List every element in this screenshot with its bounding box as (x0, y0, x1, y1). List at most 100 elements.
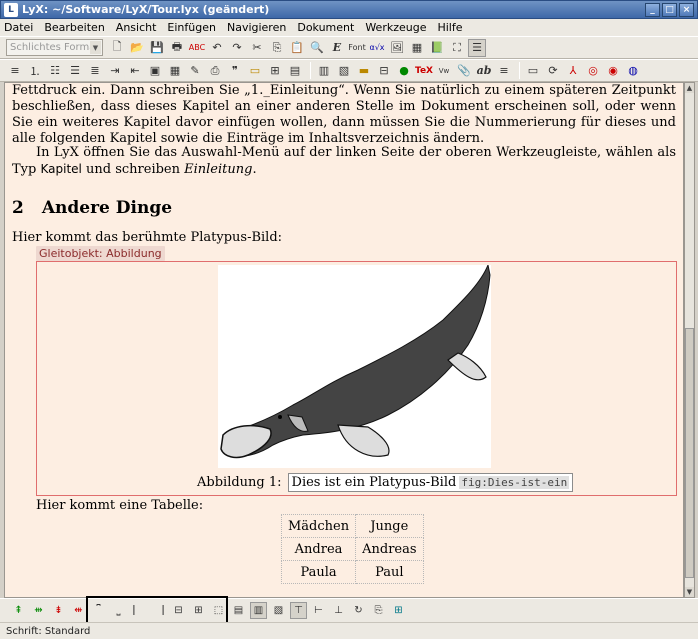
vertical-scrollbar[interactable]: ▲ ▼ (684, 82, 695, 598)
spellcheck-icon[interactable]: ABC (188, 39, 206, 57)
insert-column-icon[interactable]: ⇻ (30, 602, 47, 619)
paste-icon[interactable]: 📋 (288, 39, 306, 57)
list-icon[interactable]: ≡ (495, 62, 513, 80)
caption-prefix: Abbildung 1: (197, 475, 282, 490)
view-dvi-icon[interactable]: ⊟ (375, 62, 393, 80)
table-cell[interactable]: Andrea (280, 537, 357, 561)
align-right-icon[interactable]: ▧ (270, 602, 287, 619)
paragraph-icon[interactable]: ▬ (355, 62, 373, 80)
caption-inset[interactable]: Dies ist ein Platypus-Bild fig:Dies-ist-… (287, 473, 574, 492)
menu-werkzeuge[interactable]: Werkzeuge (365, 21, 426, 34)
font-icon[interactable]: Font (348, 39, 366, 57)
insert-note-icon[interactable]: ✎ (186, 62, 204, 80)
cut-icon[interactable]: ✂ (248, 39, 266, 57)
redo-icon[interactable]: ↷ (228, 39, 246, 57)
menu-navigieren[interactable]: Navigieren (227, 21, 286, 34)
fullscreen-icon[interactable]: ⛶ (448, 39, 466, 57)
emph-einleitung: Einleitung (184, 162, 253, 177)
book-icon[interactable]: 📗 (428, 39, 446, 57)
undo-icon[interactable]: ↶ (208, 39, 226, 57)
scroll-down-icon[interactable]: ▼ (685, 587, 694, 597)
update-output-icon[interactable]: ◍ (624, 62, 642, 80)
table-cell[interactable]: Paula (280, 560, 357, 584)
table-settings-icon[interactable]: ⊞ (390, 602, 407, 619)
table-icon[interactable]: ▦ (408, 39, 426, 57)
scroll-up-icon[interactable]: ▲ (685, 83, 694, 93)
close-button[interactable]: × (679, 2, 694, 17)
copy-icon[interactable]: ⎘ (268, 39, 286, 57)
paragraph-4[interactable]: Hier kommt eine Tabelle: (36, 498, 683, 514)
insert-link-icon[interactable]: ⎙ (206, 62, 224, 80)
bullet-list-icon[interactable]: ≡ (6, 62, 24, 80)
valign-top-icon[interactable]: ⊤ (290, 602, 307, 619)
update-icon[interactable]: ⟳ (544, 62, 562, 80)
float-label-button[interactable]: Gleitobjekt: Abbildung (36, 246, 165, 261)
indent-icon[interactable]: ⇥ (106, 62, 124, 80)
outdent-icon[interactable]: ⇤ (126, 62, 144, 80)
ps-icon[interactable]: ◎ (584, 62, 602, 80)
emphasis-icon[interactable]: E (328, 39, 346, 57)
pdf-icon[interactable]: ⅄ (564, 62, 582, 80)
insert-row-icon[interactable]: ⇞ (10, 602, 27, 619)
paragraph-3[interactable]: Hier kommt das berühmte Platypus-Bild: (12, 230, 676, 246)
menu-ansicht[interactable]: Ansicht (116, 21, 157, 34)
xhtml-icon[interactable]: ◉ (604, 62, 622, 80)
save-icon[interactable]: 💾 (148, 39, 166, 57)
insert-ert-icon[interactable]: ● (395, 62, 413, 80)
menu-hilfe[interactable]: Hilfe (437, 21, 462, 34)
view-icon[interactable]: Vw (435, 62, 453, 80)
align-center-icon[interactable]: ≣ (86, 62, 104, 80)
delete-row-icon[interactable]: ⇟ (50, 602, 67, 619)
platypus-image[interactable] (218, 265, 491, 468)
insert-margin-icon[interactable]: ▥ (315, 62, 333, 80)
scrollbar-thumb[interactable] (685, 328, 694, 578)
paragraph-2[interactable]: In LyX öffnen Sie das Auswahl-Menü auf d… (12, 145, 676, 178)
view-pdf-icon[interactable]: ▭ (524, 62, 542, 80)
new-file-icon[interactable]: 🗋 (108, 39, 126, 57)
valign-bottom-icon[interactable]: ⊥ (330, 602, 347, 619)
align-left-icon[interactable]: ☰ (66, 62, 84, 80)
maximize-button[interactable]: □ (662, 2, 677, 17)
menu-bearbeiten[interactable]: Bearbeiten (44, 21, 104, 34)
insert-index-icon[interactable]: ▧ (335, 62, 353, 80)
insert-label-icon[interactable]: ⊞ (266, 62, 284, 80)
open-file-icon[interactable]: 📂 (128, 39, 146, 57)
data-table[interactable]: Mädchen Junge Andrea Andreas Paula Paul (280, 514, 424, 584)
table-cell[interactable]: Junge (355, 514, 424, 538)
caption-label-button[interactable]: fig:Dies-ist-ein (459, 476, 570, 489)
paragraph-1[interactable]: Fettdruck ein. Dann schreiben Sie „1._Ei… (12, 83, 676, 147)
numbered-list-icon[interactable]: ⒈ (26, 62, 44, 80)
attach-icon[interactable]: 📎 (455, 62, 473, 80)
insert-footnote-icon[interactable]: ▤ (286, 62, 304, 80)
table-cell[interactable]: Mädchen (280, 514, 357, 538)
align-center-icon[interactable]: ▥ (250, 602, 267, 619)
minimize-button[interactable]: _ (645, 2, 660, 17)
math-icon[interactable]: α√x (368, 39, 386, 57)
print-icon[interactable]: 🖶 (168, 39, 186, 57)
ab-icon[interactable]: ab (475, 62, 493, 80)
insert-figure-icon[interactable]: ▣ (146, 62, 164, 80)
delete-column-icon[interactable]: ⇺ (70, 602, 87, 619)
longtable-icon[interactable]: ⎘ (370, 602, 387, 619)
main-toolbar: Schlichtes Format ▼ 🗋 📂 💾 🖶 ABC ↶ ↷ ✂ ⎘ … (0, 36, 698, 59)
menu-dokument[interactable]: Dokument (297, 21, 354, 34)
valign-middle-icon[interactable]: ⊢ (310, 602, 327, 619)
menu-einfuegen[interactable]: Einfügen (167, 21, 216, 34)
find-replace-icon[interactable]: 🔍 (308, 39, 326, 57)
paragraph-style-select[interactable]: Schlichtes Format ▼ (6, 39, 103, 56)
figure-caption[interactable]: Abbildung 1: Dies ist ein Platypus-Bild … (197, 473, 574, 492)
insert-table-icon[interactable]: ▦ (166, 62, 184, 80)
insert-url-icon[interactable]: ▭ (246, 62, 264, 80)
tex-icon[interactable]: TeX (415, 62, 433, 80)
description-list-icon[interactable]: ☷ (46, 62, 64, 80)
menu-datei[interactable]: Datei (4, 21, 33, 34)
insert-citation-icon[interactable]: ❞ (226, 62, 244, 80)
rotate-icon[interactable]: ↻ (350, 602, 367, 619)
section-heading[interactable]: 2 Andere Dinge (12, 198, 172, 218)
table-cell[interactable]: Andreas (355, 537, 424, 561)
toc-icon[interactable]: ☰ (468, 38, 486, 57)
table-cell[interactable]: Paul (355, 560, 424, 584)
document-canvas[interactable]: Fettdruck ein. Dann schreiben Sie „1._Ei… (4, 82, 684, 598)
align-left-icon[interactable]: ▤ (230, 602, 247, 619)
image-icon[interactable]: 🖼 (388, 39, 406, 57)
